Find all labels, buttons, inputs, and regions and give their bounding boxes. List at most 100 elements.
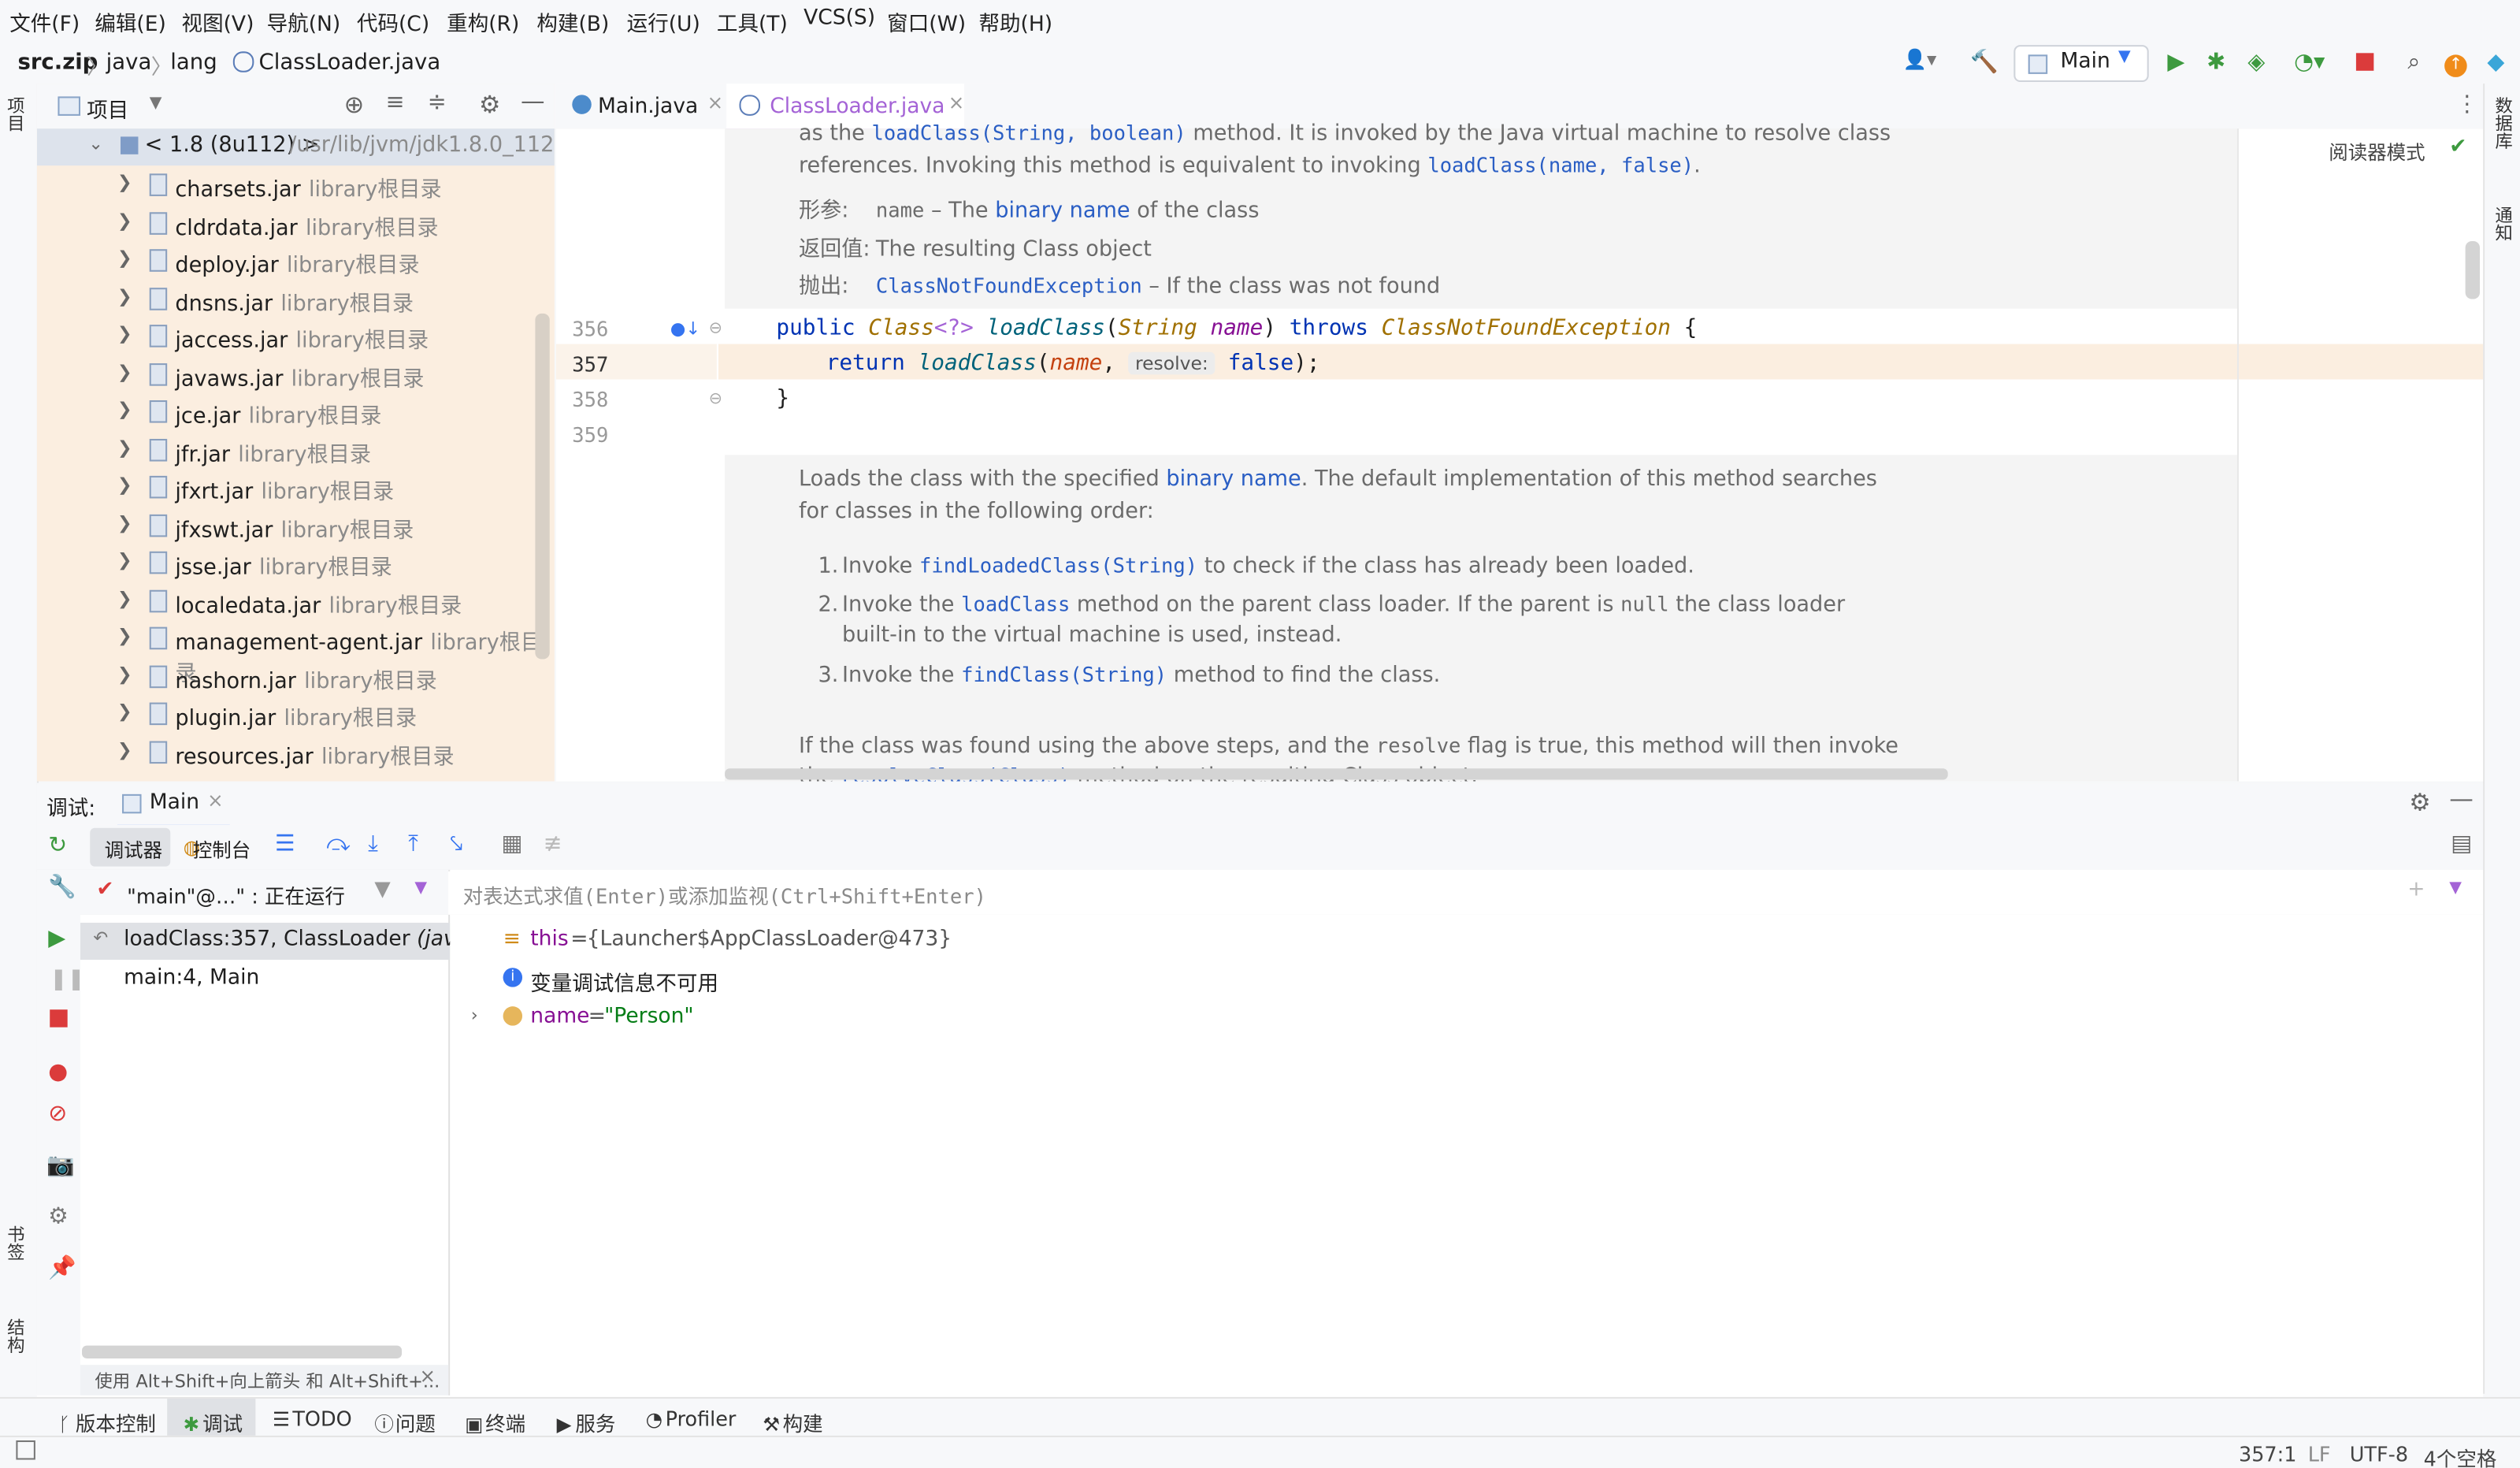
layout-icon[interactable]: ▤ bbox=[2451, 831, 2472, 857]
thread-selector[interactable]: ✔ "main"@…" : 正在运行 ▼ ▼ bbox=[80, 869, 449, 916]
camera-icon[interactable]: 📷 bbox=[46, 1153, 75, 1179]
binary-name-link[interactable]: binary name bbox=[995, 199, 1130, 224]
chevron-right-icon[interactable]: ❯ bbox=[117, 701, 132, 723]
close-icon[interactable]: × bbox=[207, 790, 224, 812]
menu-run[interactable]: 运行(U) bbox=[627, 6, 700, 37]
evaluate-table-icon[interactable]: ▦ bbox=[502, 831, 523, 857]
tree-item-jar[interactable]: ❯ jfxrt.jar library根目录 bbox=[37, 470, 555, 507]
breadcrumb-java[interactable]: java bbox=[106, 50, 152, 76]
chevron-down-icon[interactable]: ▼ bbox=[2449, 879, 2462, 897]
wrench-icon[interactable]: 🔧 bbox=[48, 875, 76, 901]
add-watch-icon[interactable]: + bbox=[2407, 878, 2425, 902]
binary-name-link[interactable]: binary name bbox=[1166, 468, 1301, 492]
fold-icon[interactable]: ⊖ bbox=[709, 320, 722, 337]
menu-edit[interactable]: 编辑(E) bbox=[95, 6, 166, 37]
tab-version-control[interactable]: ᚴ 版本控制 bbox=[53, 1407, 156, 1437]
step-into-icon[interactable]: ⤓ bbox=[368, 831, 378, 857]
menu-code[interactable]: 代码(C) bbox=[357, 6, 429, 37]
tab-console[interactable]: ◍ 控制台 bbox=[184, 828, 280, 867]
close-icon[interactable]: × bbox=[419, 1365, 436, 1388]
frame-row[interactable]: ↶ loadClass:357, ClassLoader (java.lang) bbox=[80, 923, 529, 960]
run-to-cursor-icon[interactable]: ⤥ bbox=[450, 831, 462, 857]
file-encoding[interactable]: UTF-8 bbox=[2350, 1442, 2408, 1466]
tab-services[interactable]: ▶ 服务 bbox=[553, 1407, 616, 1437]
tree-item-jar[interactable]: ❯ jaccess.jar library根目录 bbox=[37, 318, 555, 355]
minimize-icon[interactable]: — bbox=[2449, 785, 2474, 814]
project-tool-button[interactable]: 项目 bbox=[5, 96, 27, 161]
more-icon[interactable]: ⋮ bbox=[2455, 91, 2478, 117]
tree-item-jar[interactable]: ❯ jfr.jar library根目录 bbox=[37, 432, 555, 469]
breadcrumb-lang[interactable]: lang bbox=[170, 50, 217, 76]
structure-tool-button[interactable]: 结构 bbox=[5, 1318, 27, 1391]
tab-problems[interactable]: ⓘ 问题 bbox=[373, 1407, 436, 1437]
settings-icon[interactable]: ⚙ bbox=[48, 1204, 69, 1230]
chevron-down-icon[interactable]: ▼ bbox=[150, 95, 162, 112]
chevron-right-icon[interactable]: ❯ bbox=[117, 588, 132, 609]
chevron-right-icon[interactable]: ❯ bbox=[117, 172, 132, 193]
resume-icon[interactable]: ▶ bbox=[48, 926, 65, 952]
tree-root-jdk[interactable]: ⌄ < 1.8 (8u112) > /usr/lib/jvm/jdk1.8.0_… bbox=[36, 128, 555, 166]
minimize-icon[interactable]: — bbox=[521, 87, 545, 116]
filter-icon[interactable]: ▼ bbox=[374, 878, 390, 902]
breadcrumb-classloader[interactable]: ClassLoader.java bbox=[258, 50, 440, 76]
build-hammer-icon[interactable]: 🔨 bbox=[1970, 50, 1999, 76]
collapse-all-icon[interactable]: ≑ bbox=[428, 90, 447, 116]
reader-mode-toggle[interactable]: 阅读器模式 bbox=[2329, 138, 2425, 165]
chevron-right-icon[interactable]: ❯ bbox=[117, 663, 132, 685]
tree-item-jar[interactable]: ❯ jce.jar library根目录 bbox=[37, 394, 555, 431]
profile-icon[interactable]: ◔▾ bbox=[2287, 50, 2332, 76]
tab-debugger[interactable]: 调试器 bbox=[90, 827, 171, 867]
menu-navigate[interactable]: 导航(N) bbox=[267, 6, 341, 37]
search-icon[interactable]: ⌕ bbox=[2401, 50, 2427, 76]
cursor-position[interactable]: 357:1 bbox=[2239, 1442, 2297, 1466]
editor-horizontal-scrollbar[interactable] bbox=[725, 768, 1948, 780]
debug-bug-icon[interactable]: ✱ bbox=[2203, 50, 2229, 76]
tree-item-jar[interactable]: ❯ nashorn.jar library根目录 bbox=[37, 658, 555, 695]
tree-item-jar[interactable]: ❯ deploy.jar library根目录 bbox=[37, 243, 555, 280]
tree-item-jar[interactable]: ❯ jsse.jar library根目录 bbox=[37, 545, 555, 582]
tree-item-jar[interactable]: ❯ cldrdata.jar library根目录 bbox=[37, 205, 555, 242]
indent-setting[interactable]: 4个空格 bbox=[2424, 1442, 2497, 1468]
show-execution-point-icon[interactable]: ☰ bbox=[275, 831, 295, 857]
tab-todo[interactable]: ☰ TODO bbox=[270, 1407, 352, 1431]
notifications-tool-button[interactable]: 通知 bbox=[2492, 206, 2515, 278]
chevron-right-icon[interactable]: ❯ bbox=[117, 437, 132, 458]
chevron-right-icon[interactable]: ❯ bbox=[117, 738, 132, 760]
locate-icon[interactable]: ⊕ bbox=[344, 90, 365, 119]
code-line-356[interactable]: public Class<?> loadClass(String name) t… bbox=[776, 315, 1697, 341]
mute-breakpoints-icon[interactable]: ⊘ bbox=[48, 1102, 67, 1128]
chevron-right-icon[interactable]: ❯ bbox=[117, 626, 132, 647]
view-breakpoints-icon[interactable]: ● bbox=[48, 1059, 68, 1085]
menu-build[interactable]: 构建(B) bbox=[536, 6, 609, 37]
line-separator[interactable]: LF bbox=[2308, 1442, 2331, 1466]
breadcrumb-src-zip[interactable]: src.zip bbox=[17, 50, 98, 76]
debug-session-tab[interactable]: Main × bbox=[117, 783, 230, 828]
menu-file[interactable]: 文件(F) bbox=[9, 6, 80, 37]
fold-end-icon[interactable]: ⊖ bbox=[709, 391, 722, 408]
code-line-357[interactable]: return loadClass(name, resolve: false); bbox=[826, 351, 1320, 377]
menu-refactor[interactable]: 重构(R) bbox=[447, 6, 519, 37]
tab-debug[interactable]: ✱ 调试 bbox=[167, 1398, 256, 1437]
tab-build[interactable]: ⚒ 构建 bbox=[760, 1407, 822, 1437]
exception-link[interactable]: ClassNotFoundException bbox=[876, 273, 1142, 298]
chevron-right-icon[interactable]: ❯ bbox=[117, 399, 132, 420]
gear-icon[interactable]: ⚙ bbox=[479, 90, 500, 119]
editor-vertical-scrollbar[interactable] bbox=[2465, 241, 2480, 299]
jetbrains-toolbox-icon[interactable]: ◆ bbox=[2483, 50, 2509, 76]
update-icon[interactable]: ↑ bbox=[2443, 50, 2469, 77]
menu-view[interactable]: 视图(V) bbox=[182, 6, 254, 37]
step-over-icon[interactable]: ⤼ bbox=[326, 831, 351, 857]
chevron-right-icon[interactable]: ❯ bbox=[117, 474, 132, 496]
stop-icon[interactable] bbox=[2351, 50, 2377, 76]
tree-item-jar[interactable]: ❯ javaws.jar library根目录 bbox=[37, 356, 555, 393]
menu-window[interactable]: 窗口(W) bbox=[887, 6, 966, 37]
menu-help[interactable]: 帮助(H) bbox=[978, 6, 1052, 37]
chevron-right-icon[interactable]: ❯ bbox=[117, 550, 132, 571]
chevron-right-icon[interactable]: › bbox=[471, 1005, 478, 1026]
stop-icon[interactable] bbox=[50, 1009, 68, 1028]
bookmarks-tool-button[interactable]: 书签 bbox=[5, 1225, 27, 1298]
chevron-right-icon[interactable]: ❯ bbox=[117, 285, 132, 307]
variable-row[interactable]: ≡ this = {Launcher$AppClassLoader@473} bbox=[450, 923, 2483, 960]
step-out-icon[interactable]: ⤒ bbox=[408, 831, 418, 857]
inspection-ok-icon[interactable]: ✔ bbox=[2449, 135, 2466, 159]
